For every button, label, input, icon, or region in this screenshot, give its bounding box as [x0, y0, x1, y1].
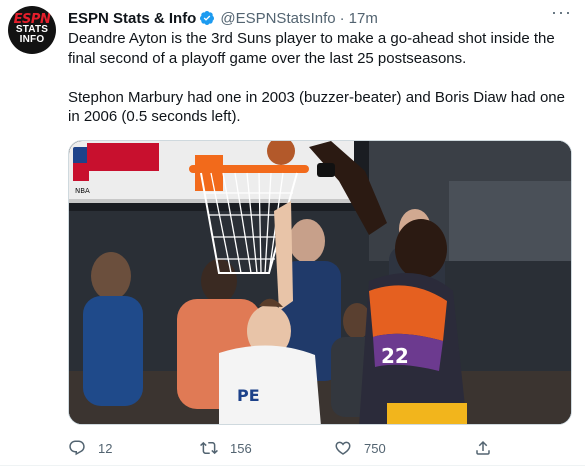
verified-badge-icon	[200, 11, 215, 25]
reply-count: 12	[98, 440, 113, 456]
account-avatar[interactable]: ESPN STATS INFO	[8, 6, 56, 54]
tweet-header: ESPN Stats & Info @ESPNStatsInfo · 17m	[68, 8, 378, 28]
tweet-actions: 12 156 750	[68, 438, 508, 458]
jersey-right-text: 22	[381, 344, 409, 368]
share-icon	[476, 440, 490, 455]
avatar-stats-text: STATS	[15, 23, 49, 35]
backboard-nba-text: NBA	[75, 187, 90, 195]
like-count: 750	[364, 440, 386, 456]
reply-button[interactable]: 12	[68, 438, 112, 458]
tweet-paragraph-2: Stephon Marbury had one in 2003 (buzzer-…	[68, 88, 565, 126]
account-handle[interactable]: @ESPNStatsInfo	[220, 10, 335, 27]
tweet-photo[interactable]: NBA PE 22	[68, 140, 572, 425]
like-button[interactable]: 750	[334, 438, 386, 458]
tweet-paragraph-1: Deandre Ayton is the 3rd Suns player to …	[68, 30, 555, 67]
heart-icon	[335, 441, 351, 455]
tweet-card[interactable]: ESPN STATS INFO ESPN Stats & Info @ESPNS…	[0, 0, 585, 466]
espn-logo: ESPN	[13, 11, 51, 27]
more-options-icon[interactable]: ···	[551, 3, 571, 26]
retweet-icon	[200, 441, 218, 455]
account-name[interactable]: ESPN Stats & Info	[68, 10, 196, 27]
jersey-left-text: PE	[237, 386, 260, 405]
tweet-text: Deandre Ayton is the 3rd Suns player to …	[68, 29, 568, 127]
tweet-timestamp[interactable]: 17m	[349, 10, 378, 27]
basketball-photo-illustration: NBA PE 22	[69, 141, 571, 424]
share-button[interactable]	[474, 438, 504, 458]
retweet-count: 156	[230, 440, 252, 456]
reply-icon	[69, 440, 85, 456]
avatar-info-text: INFO	[19, 33, 45, 45]
retweet-button[interactable]: 156	[200, 438, 252, 458]
separator-dot: ·	[339, 9, 345, 27]
